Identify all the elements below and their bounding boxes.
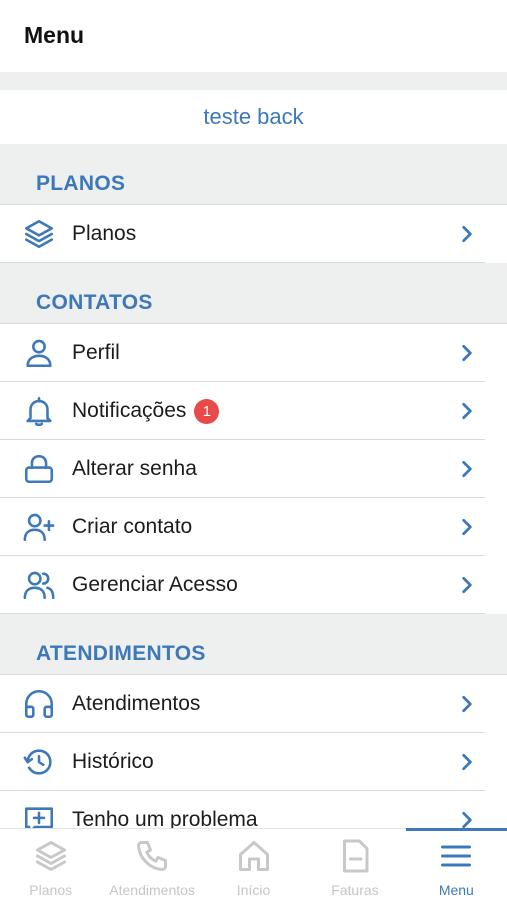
tab-menu[interactable]: Menu [405, 828, 507, 900]
chevron-right-icon [447, 695, 507, 713]
account-selector[interactable]: teste back [0, 90, 507, 144]
chevron-right-icon [447, 402, 507, 420]
menu-item-historico[interactable]: Histórico [0, 733, 507, 791]
menu-item-label: Notificações [72, 399, 187, 422]
menu-item-label: Atendimentos [72, 692, 201, 715]
bottom-tab-bar: Planos Atendimentos Início Faturas Menu [0, 828, 507, 900]
section-header-contatos: CONTATOS [0, 263, 507, 323]
chevron-right-icon [447, 225, 507, 243]
tab-atendimentos[interactable]: Atendimentos [101, 829, 202, 900]
home-icon [238, 841, 269, 871]
document-icon [342, 839, 369, 873]
section-list-atendimentos: Atendimentos Histórico Tenho um problema [0, 674, 507, 828]
lock-icon [0, 440, 72, 498]
section-title: ATENDIMENTOS [36, 642, 206, 665]
menu-icon [441, 845, 472, 867]
tab-faturas[interactable]: Faturas [304, 829, 405, 900]
layers-icon [0, 205, 72, 263]
phone-icon [137, 841, 168, 871]
account-name: teste back [203, 104, 304, 129]
menu-item-label: Histórico [72, 750, 154, 773]
tab-label: Atendimentos [109, 882, 195, 898]
spacer [0, 72, 507, 90]
user-icon [0, 324, 72, 382]
menu-item-label-wrap: Notificações 1 [72, 398, 447, 424]
tab-label: Menu [438, 882, 474, 898]
notification-badge: 1 [194, 398, 220, 424]
tab-label: Planos [29, 882, 73, 898]
chevron-right-icon [447, 344, 507, 362]
menu-item-label: Alterar senha [72, 457, 197, 480]
section-title: CONTATOS [36, 291, 153, 314]
tab-label: Início [236, 882, 271, 898]
section-title: PLANOS [36, 172, 126, 195]
section-list-contatos: Perfil Notificações 1 Alterar senha Cria… [0, 323, 507, 614]
chevron-right-icon [447, 576, 507, 594]
menu-item-criar-contato[interactable]: Criar contato [0, 498, 507, 556]
users-icon [0, 556, 72, 614]
menu-item-label: Perfil [72, 341, 120, 364]
chevron-right-icon [447, 518, 507, 536]
bell-icon [0, 382, 72, 440]
app-header: Menu [0, 0, 507, 72]
section-list-planos: Planos [0, 204, 507, 263]
menu-item-gerenciar-acesso[interactable]: Gerenciar Acesso [0, 556, 507, 614]
menu-item-label: Planos [72, 222, 137, 245]
user-plus-icon [0, 498, 72, 556]
history-icon [0, 733, 72, 791]
chevron-right-icon [447, 460, 507, 478]
menu-item-notificacoes[interactable]: Notificações 1 [0, 382, 507, 440]
menu-item-perfil[interactable]: Perfil [0, 324, 507, 382]
chevron-right-icon [447, 753, 507, 771]
tab-label: Faturas [331, 882, 379, 898]
menu-item-tenho-um-problema[interactable]: Tenho um problema [0, 791, 507, 828]
section-header-atendimentos: ATENDIMENTOS [0, 614, 507, 674]
message-plus-icon [0, 791, 72, 828]
menu-item-label: Criar contato [72, 515, 193, 538]
menu-scroll-area[interactable]: Menu teste back PLANOS Planos CONTATOS P… [0, 0, 507, 828]
headphones-icon [0, 675, 72, 733]
menu-item-label: Tenho um problema [72, 808, 258, 828]
layers-icon [35, 841, 66, 871]
page-title: Menu [24, 21, 85, 48]
menu-item-alterar-senha[interactable]: Alterar senha [0, 440, 507, 498]
chevron-right-icon [447, 811, 507, 828]
section-header-planos: PLANOS [0, 144, 507, 204]
menu-item-atendimentos[interactable]: Atendimentos [0, 675, 507, 733]
menu-item-planos[interactable]: Planos [0, 205, 507, 263]
tab-planos[interactable]: Planos [0, 829, 101, 900]
menu-item-label: Gerenciar Acesso [72, 573, 238, 596]
tab-inicio[interactable]: Início [203, 829, 304, 900]
